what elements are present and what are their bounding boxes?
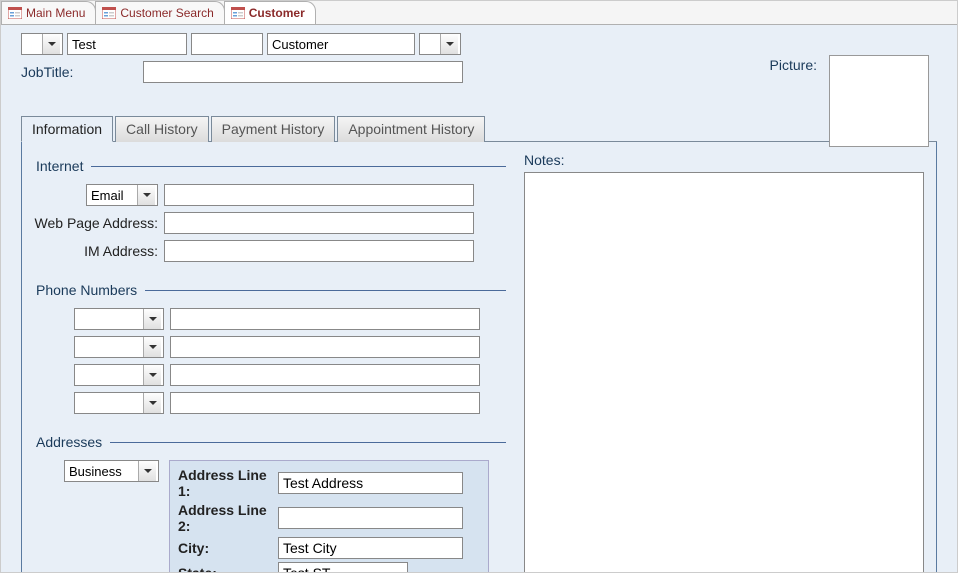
chevron-down-icon[interactable] xyxy=(42,34,60,54)
phone-type-input[interactable] xyxy=(75,337,143,357)
addr-state-input[interactable] xyxy=(278,562,408,573)
title-combo[interactable] xyxy=(21,33,63,55)
addr-line2-label: Address Line 2: xyxy=(178,502,278,534)
tab-information[interactable]: Information xyxy=(21,116,113,142)
internet-legend: Internet xyxy=(34,158,91,174)
doc-tab-customer-search[interactable]: Customer Search xyxy=(95,1,224,24)
address-group: Addresses Address Line 1: xyxy=(34,434,506,573)
addr-state-label: State: xyxy=(178,565,278,573)
phone-number-input-3[interactable] xyxy=(170,364,480,386)
phone-type-combo-1[interactable] xyxy=(74,308,164,330)
phone-type-input[interactable] xyxy=(75,309,143,329)
phone-type-input[interactable] xyxy=(75,365,143,385)
addr-line2-input[interactable] xyxy=(278,507,463,529)
chevron-down-icon[interactable] xyxy=(138,461,156,481)
address-type-input[interactable] xyxy=(65,461,138,481)
chevron-down-icon[interactable] xyxy=(143,337,161,357)
internet-group: Internet Web Page Address: xyxy=(34,158,506,268)
customer-name-row xyxy=(21,33,937,55)
address-legend: Addresses xyxy=(34,434,110,450)
form-icon xyxy=(102,7,116,19)
addr-city-label: City: xyxy=(178,540,278,556)
picture-box[interactable] xyxy=(829,55,929,147)
chevron-down-icon[interactable] xyxy=(143,393,161,413)
title-input[interactable] xyxy=(22,34,42,54)
picture-label: Picture: xyxy=(770,57,817,73)
middle-name-input[interactable] xyxy=(191,33,263,55)
doc-tab-customer[interactable]: Customer xyxy=(224,1,316,24)
doc-tab-label: Main Menu xyxy=(26,6,85,20)
addr-city-input[interactable] xyxy=(278,537,463,559)
addr-line1-input[interactable] xyxy=(278,472,463,494)
chevron-down-icon[interactable] xyxy=(143,309,161,329)
doc-tab-label: Customer xyxy=(249,6,305,20)
web-page-label: Web Page Address: xyxy=(34,215,164,231)
addr-line1-label: Address Line 1: xyxy=(178,467,278,499)
tab-appointment-history[interactable]: Appointment History xyxy=(337,116,485,142)
notes-label: Notes: xyxy=(524,152,924,168)
phone-group: Phone Numbers xyxy=(34,282,506,420)
suffix-input[interactable] xyxy=(420,34,440,54)
form-icon xyxy=(231,7,245,19)
form-icon xyxy=(8,7,22,19)
address-type-combo[interactable] xyxy=(64,460,159,482)
doc-tab-label: Customer Search xyxy=(120,6,213,20)
chevron-down-icon[interactable] xyxy=(440,34,458,54)
job-title-input[interactable] xyxy=(143,61,463,83)
information-panel: Internet Web Page Address: xyxy=(21,142,937,573)
document-tabs: Main Menu Customer Search Customer xyxy=(1,1,957,25)
email-type-input[interactable] xyxy=(87,185,137,205)
address-panel: Address Line 1: Address Line 2: City: xyxy=(169,460,489,573)
phone-number-input-4[interactable] xyxy=(170,392,480,414)
doc-tab-main-menu[interactable]: Main Menu xyxy=(1,1,96,24)
im-input[interactable] xyxy=(164,240,474,262)
im-label: IM Address: xyxy=(34,243,164,259)
phone-type-combo-4[interactable] xyxy=(74,392,164,414)
tab-payment-history[interactable]: Payment History xyxy=(211,116,336,142)
phone-type-combo-3[interactable] xyxy=(74,364,164,386)
chevron-down-icon[interactable] xyxy=(137,185,155,205)
web-page-input[interactable] xyxy=(164,212,474,234)
email-type-combo[interactable] xyxy=(86,184,158,206)
email-input[interactable] xyxy=(164,184,474,206)
phone-number-input-1[interactable] xyxy=(170,308,480,330)
notes-textarea[interactable] xyxy=(524,172,924,573)
phone-type-combo-2[interactable] xyxy=(74,336,164,358)
phone-legend: Phone Numbers xyxy=(34,282,145,298)
last-name-input[interactable] xyxy=(267,33,415,55)
chevron-down-icon[interactable] xyxy=(143,365,161,385)
phone-type-input[interactable] xyxy=(75,393,143,413)
job-title-label: JobTitle: xyxy=(21,64,139,80)
tab-call-history[interactable]: Call History xyxy=(115,116,209,142)
first-name-input[interactable] xyxy=(67,33,187,55)
suffix-combo[interactable] xyxy=(419,33,461,55)
phone-number-input-2[interactable] xyxy=(170,336,480,358)
detail-tabs: Information Call History Payment History… xyxy=(21,115,937,142)
